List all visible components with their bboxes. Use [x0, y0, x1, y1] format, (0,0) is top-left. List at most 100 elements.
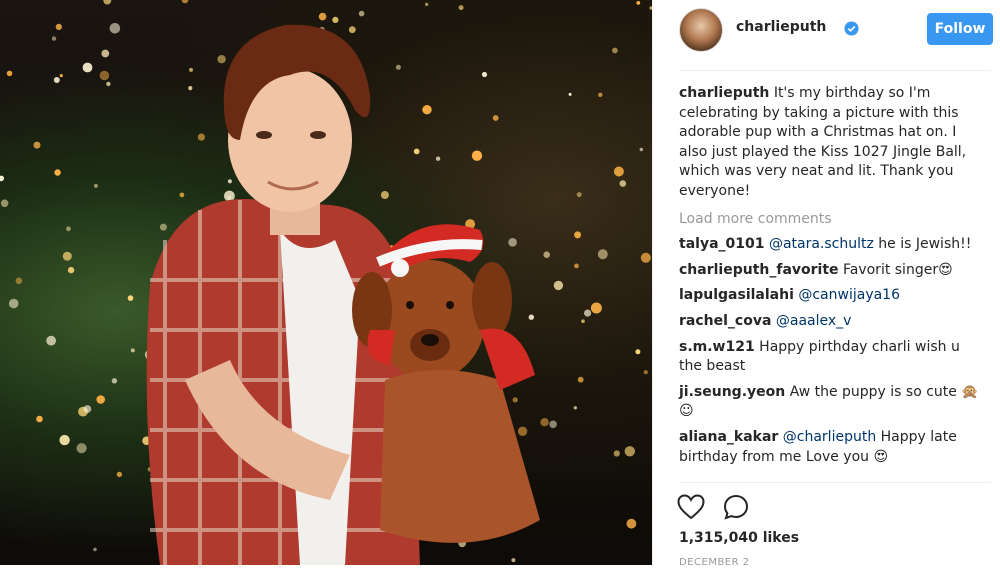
likes-count[interactable]: 1,315,040 likes: [679, 530, 799, 546]
light-dot: [59, 74, 63, 78]
light-dot: [62, 251, 72, 261]
puppy-body: [380, 370, 540, 543]
light-dot: [0, 199, 9, 208]
light-dot: [76, 443, 87, 454]
light-dot: [435, 156, 441, 161]
light-dot: [581, 319, 585, 324]
light-dot: [574, 231, 582, 239]
comment-mention-link[interactable]: @canwijaya16: [798, 287, 900, 303]
light-dot: [626, 518, 637, 529]
light-dot: [111, 378, 118, 384]
author-avatar[interactable]: [679, 8, 723, 52]
light-dot: [635, 349, 641, 355]
post-header: charlieputh Follow: [679, 8, 993, 52]
puppy-eye-left: [406, 301, 414, 309]
comment-username[interactable]: s.m.w121: [679, 339, 755, 355]
light-dot: [549, 420, 557, 429]
light-dot: [576, 192, 582, 198]
comment-text: he is Jewish!!: [873, 236, 972, 253]
comment-bubble-icon[interactable]: [723, 494, 749, 520]
light-dot: [46, 335, 56, 346]
light-dot: [0, 175, 4, 182]
light-dot: [93, 547, 97, 552]
light-dot: [612, 47, 618, 54]
light-dot: [54, 169, 61, 176]
light-dot: [492, 115, 499, 121]
load-more-comments-link[interactable]: Load more comments: [679, 210, 979, 230]
comment-username[interactable]: talya_0101: [679, 236, 764, 252]
light-dot: [188, 86, 193, 91]
comment-username[interactable]: charlieputh_favorite: [679, 262, 839, 278]
light-dot: [53, 77, 60, 83]
light-dot: [481, 71, 488, 78]
light-dot: [574, 263, 579, 269]
light-dot: [639, 147, 643, 152]
light-dot: [528, 314, 534, 320]
light-dot: [619, 180, 627, 187]
caption-username[interactable]: charlieputh: [679, 85, 769, 101]
light-dot: [348, 26, 356, 34]
light-dot: [517, 426, 528, 436]
light-dot: [83, 405, 92, 413]
light-dot: [597, 249, 608, 260]
light-dot: [130, 348, 135, 353]
post-caption: charlieputh It's my birthday so I'm cele…: [679, 84, 979, 202]
header-divider: [679, 70, 991, 71]
light-dot: [6, 70, 13, 77]
light-dot: [540, 418, 549, 427]
comment-username[interactable]: lapulgasilalahi: [679, 287, 794, 303]
light-dot: [553, 280, 564, 291]
light-dot: [425, 2, 429, 6]
light-dot: [471, 150, 483, 161]
light-dot: [82, 62, 93, 73]
comment-username[interactable]: aliana_kakar: [679, 429, 778, 445]
comment-mention-link[interactable]: @atara.schultz: [769, 236, 874, 252]
light-dot: [51, 36, 57, 41]
light-dot: [15, 277, 23, 285]
comment-row: s.m.w121 Happy pirthday charli wish u th…: [679, 338, 979, 377]
post-sidebar: charlieputh Follow charlieputh It's my b…: [652, 0, 1000, 568]
comment-row: talya_0101 @atara.schultz he is Jewish!!: [679, 235, 979, 255]
light-dot: [103, 0, 112, 5]
light-dot: [577, 376, 584, 383]
light-dot: [613, 166, 624, 177]
caption-text: It's my birthday so I'm celebrating by t…: [679, 85, 967, 199]
puppy-ear-right: [472, 262, 512, 338]
comment-mention-link[interactable]: @charlieputh: [783, 429, 876, 445]
light-dot: [636, 1, 641, 5]
light-dot: [197, 133, 205, 141]
follow-button[interactable]: Follow: [927, 13, 993, 45]
light-dot: [512, 397, 518, 403]
verified-badge-icon: [844, 21, 859, 36]
light-dot: [422, 105, 432, 115]
post-photo[interactable]: [0, 0, 652, 565]
photo-illustration: [0, 0, 652, 565]
light-dot: [55, 23, 62, 30]
light-dot: [8, 298, 19, 309]
light-dot: [106, 81, 111, 87]
light-dot: [458, 5, 464, 11]
light-dot: [508, 238, 517, 247]
light-dot: [96, 395, 105, 404]
light-dot: [189, 67, 193, 72]
light-dot: [59, 434, 70, 446]
light-dot: [67, 266, 75, 274]
comment-row: lapulgasilalahi @canwijaya16: [679, 286, 979, 306]
light-dot: [568, 92, 572, 96]
author-username[interactable]: charlieputh: [736, 19, 826, 35]
comment-mention-link[interactable]: @aaalex_v: [776, 313, 852, 329]
comment-username[interactable]: ji.seung.yeon: [679, 384, 785, 400]
light-dot: [159, 223, 167, 231]
comment-username[interactable]: rachel_cova: [679, 313, 771, 329]
light-dot: [33, 141, 41, 149]
light-dot: [624, 446, 635, 457]
puppy-head: [375, 260, 485, 380]
post-date[interactable]: DECEMBER 2: [679, 557, 750, 568]
person-eye-right: [310, 131, 326, 139]
light-dot: [598, 92, 603, 98]
light-dot: [573, 406, 577, 410]
heart-icon[interactable]: [677, 494, 705, 520]
comment-row: aliana_kakar @charlieputh Happy late bir…: [679, 428, 979, 467]
santa-hat-pompom: [391, 259, 409, 277]
light-dot: [590, 302, 602, 314]
